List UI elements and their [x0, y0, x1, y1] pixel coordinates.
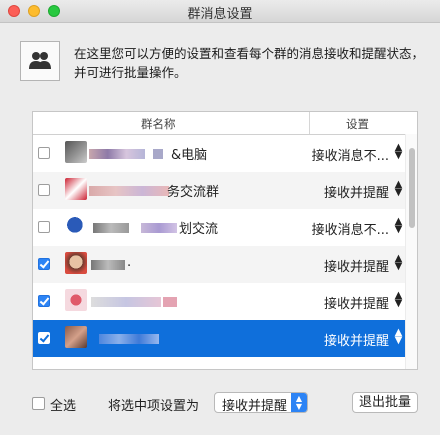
- blurred-group-name: [163, 297, 177, 307]
- group-name: .: [127, 255, 132, 270]
- blurred-group-name: [141, 223, 177, 233]
- group-message-settings-window: 群消息设置 在这里您可以方便的设置和查看每个群的消息接收和提醒状态，并可进行批量…: [0, 0, 440, 435]
- notification-setting[interactable]: 接收并提醒: [324, 256, 389, 275]
- exit-batch-button[interactable]: 退出批量: [352, 392, 418, 413]
- group-users-icon: [20, 41, 60, 81]
- notification-setting[interactable]: 接收并提醒: [324, 293, 389, 312]
- notification-setting[interactable]: 接收并提醒: [324, 330, 389, 349]
- table-row[interactable]: 接收并提醒 ▲ ▼: [33, 283, 405, 320]
- set-selected-as-label: 将选中项设置为: [108, 399, 200, 414]
- group-avatar: [65, 141, 87, 163]
- header-description: 在这里您可以方便的设置和查看每个群的消息接收和提醒状态，并可进行批量操作。: [74, 46, 425, 80]
- select-all-label[interactable]: 全选: [50, 395, 76, 414]
- blurred-group-name: [99, 334, 159, 344]
- batch-setting-popup[interactable]: 接收并提醒 ▲ ▼: [214, 392, 308, 414]
- title-bar: 群消息设置: [0, 0, 440, 23]
- group-name: 务交流群: [167, 185, 220, 200]
- blurred-group-name: [89, 186, 169, 196]
- group-avatar: [65, 178, 87, 200]
- row-checkbox[interactable]: [38, 184, 50, 196]
- popup-up-down-icon: ▲ ▼: [291, 393, 307, 412]
- column-header-setting[interactable]: 设置: [346, 116, 369, 132]
- group-avatar: [65, 215, 87, 237]
- table-header: 群名称 设置: [33, 112, 417, 135]
- up-down-arrows-icon[interactable]: ▲ ▼: [394, 328, 403, 346]
- up-down-arrows-icon[interactable]: ▲ ▼: [394, 143, 403, 161]
- group-avatar: [65, 252, 87, 274]
- row-checkbox[interactable]: [38, 221, 50, 233]
- column-divider: [309, 112, 310, 134]
- blurred-group-name: [91, 297, 161, 307]
- column-header-group-name[interactable]: 群名称: [141, 116, 176, 132]
- scrollbar-thumb[interactable]: [409, 148, 415, 228]
- vertical-scrollbar[interactable]: [405, 134, 417, 369]
- table-row[interactable]: &电脑 接收消息不... ▲ ▼: [33, 135, 405, 172]
- notification-setting[interactable]: 接收并提醒: [324, 182, 389, 201]
- up-down-arrows-icon[interactable]: ▲ ▼: [394, 291, 403, 309]
- table-row[interactable]: 划交流 接收消息不... ▲ ▼: [33, 209, 405, 246]
- group-avatar: [65, 289, 87, 311]
- row-checkbox[interactable]: [38, 258, 50, 270]
- table-row[interactable]: 务交流群 接收并提醒 ▲ ▼: [33, 172, 405, 209]
- row-checkbox[interactable]: [38, 295, 50, 307]
- footer-bar: 全选 将选中项设置为 接收并提醒 ▲ ▼ 退出批量: [0, 380, 440, 435]
- notification-setting[interactable]: 接收消息不...: [312, 219, 389, 238]
- blurred-group-name: [153, 149, 163, 159]
- up-down-arrows-icon[interactable]: ▲ ▼: [394, 217, 403, 235]
- table-row[interactable]: . 接收并提醒 ▲ ▼: [33, 246, 405, 283]
- group-name: 划交流: [179, 222, 219, 237]
- up-down-arrows-icon[interactable]: ▲ ▼: [394, 180, 403, 198]
- blurred-group-name: [91, 260, 125, 270]
- select-all-checkbox[interactable]: [32, 397, 45, 410]
- notification-setting[interactable]: 接收消息不...: [312, 145, 389, 164]
- group-avatar: [65, 326, 87, 348]
- row-checkbox[interactable]: [38, 147, 50, 159]
- table-row[interactable]: 接收并提醒 ▲ ▼: [33, 320, 405, 357]
- group-list-table: 群名称 设置 &电脑 接收消息不... ▲ ▼ 务交流群 接收并提醒 ▲ ▼ 划…: [32, 111, 418, 370]
- blurred-group-name: [89, 149, 145, 159]
- up-down-arrows-icon[interactable]: ▲ ▼: [394, 254, 403, 272]
- batch-setting-value: 接收并提醒: [222, 399, 288, 414]
- row-checkbox[interactable]: [38, 332, 50, 344]
- blurred-group-name: [93, 223, 129, 233]
- window-title: 群消息设置: [187, 7, 253, 22]
- group-name: &电脑: [171, 148, 208, 163]
